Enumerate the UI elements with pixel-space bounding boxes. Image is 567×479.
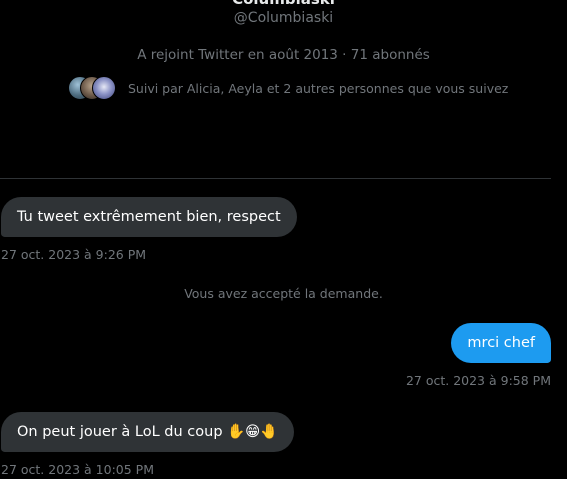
message-bubble-incoming[interactable]: On peut jouer à LoL du coup ✋😁🤚 (1, 412, 295, 452)
system-message: Vous avez accepté la demande. (184, 286, 383, 301)
message-timestamp: 27 oct. 2023 à 10:05 PM (1, 462, 154, 477)
avatar (92, 76, 116, 100)
message-bubble-incoming[interactable]: Tu tweet extrêmement bien, respect (1, 197, 297, 237)
message-timestamp: 27 oct. 2023 à 9:26 PM (1, 247, 147, 262)
followed-by-row[interactable]: Suivi par Alicia, Aeyla et 2 autres pers… (68, 76, 508, 100)
followed-by-text: Suivi par Alicia, Aeyla et 2 autres pers… (128, 80, 509, 96)
dm-conversation-page: Columbiaski @Columbiaski A rejoint Twitt… (0, 0, 567, 479)
follower-avatars[interactable] (68, 76, 118, 100)
profile-display-name[interactable]: Columbiaski (0, 0, 567, 8)
message-timestamp: 27 oct. 2023 à 9:58 PM (405, 373, 551, 388)
divider (0, 178, 551, 179)
profile-joined-info: A rejoint Twitter en août 2013 · 71 abon… (137, 47, 430, 63)
profile-handle[interactable]: @Columbiaski (0, 10, 567, 26)
message-bubble-outgoing[interactable]: mrci chef (451, 323, 551, 363)
